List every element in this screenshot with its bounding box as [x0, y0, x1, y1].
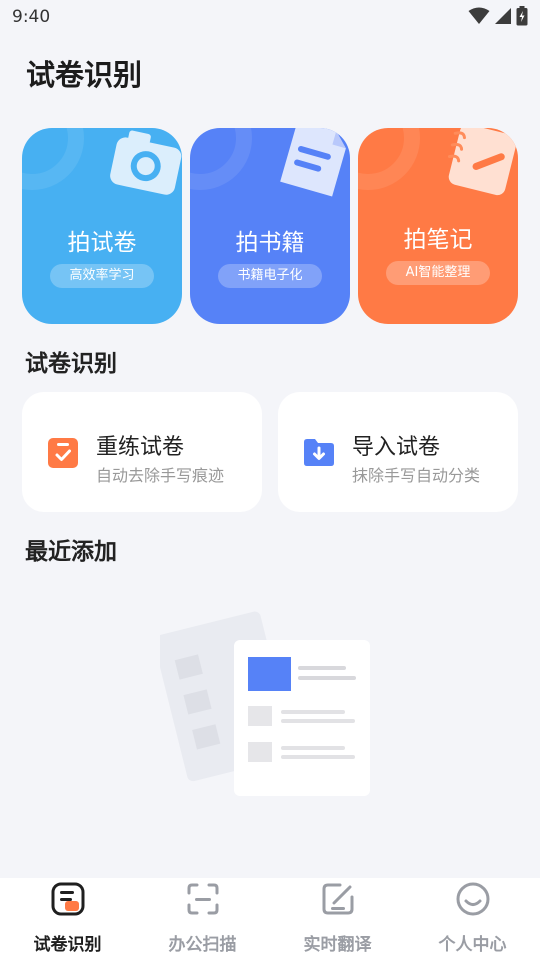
card-title: 拍试卷 [67, 230, 137, 256]
tab-label: 试卷识别 [33, 935, 102, 955]
scan-exam-card[interactable]: 拍试卷 高效率学习 [22, 128, 182, 324]
tab-exam-recognition[interactable]: 试卷识别 [0, 878, 135, 960]
status-bar: 9:40 [0, 0, 540, 34]
scan-notes-card[interactable]: 拍笔记 AI智能整理 [358, 128, 518, 324]
tab-office-scan[interactable]: 办公扫描 [135, 878, 270, 960]
card-title: 拍笔记 [403, 227, 473, 253]
edit-square-icon [322, 883, 353, 915]
empty-state-illustration [160, 611, 370, 796]
card-tag: AI智能整理 [386, 261, 490, 285]
action-subtitle: 抹除手写自动分类 [352, 466, 481, 485]
section-title-exam: 试卷识别 [25, 351, 117, 377]
status-icons [468, 6, 528, 26]
card-decoration [22, 128, 84, 190]
retrain-exam-button[interactable]: 重练试卷 自动去除手写痕迹 [22, 392, 262, 512]
scan-icon [187, 883, 218, 915]
tab-label: 实时翻译 [303, 935, 372, 955]
card-title: 拍书籍 [235, 230, 305, 256]
tab-personal-center[interactable]: 个人中心 [405, 878, 540, 960]
exam-icon [51, 882, 84, 916]
action-subtitle: 自动去除手写痕迹 [96, 466, 225, 485]
battery-icon [516, 6, 528, 26]
card-tag: 书籍电子化 [218, 264, 322, 288]
card-decoration [190, 128, 252, 190]
bottom-tab-bar: 试卷识别 办公扫描 实时翻译 个人中心 [0, 878, 540, 960]
page-title: 试卷识别 [26, 58, 143, 92]
document-icon [280, 128, 346, 197]
camera-icon [110, 130, 182, 195]
status-time: 9:40 [12, 7, 51, 27]
tab-label: 个人中心 [438, 935, 507, 955]
cellular-signal-icon [495, 8, 511, 24]
smile-icon [456, 882, 489, 916]
checklist-icon [48, 438, 78, 468]
folder-import-icon [304, 439, 334, 466]
import-exam-button[interactable]: 导入试卷 抹除手写自动分类 [278, 392, 518, 512]
notebook-icon [447, 128, 517, 196]
action-title: 重练试卷 [96, 435, 185, 460]
section-title-recent: 最近添加 [25, 539, 117, 565]
wifi-icon [468, 7, 490, 24]
action-title: 导入试卷 [352, 435, 441, 460]
tab-live-translate[interactable]: 实时翻译 [270, 878, 405, 960]
card-tag: 高效率学习 [50, 264, 154, 288]
scan-book-card[interactable]: 拍书籍 书籍电子化 [190, 128, 350, 324]
tab-label: 办公扫描 [168, 935, 237, 955]
card-decoration [358, 128, 420, 190]
